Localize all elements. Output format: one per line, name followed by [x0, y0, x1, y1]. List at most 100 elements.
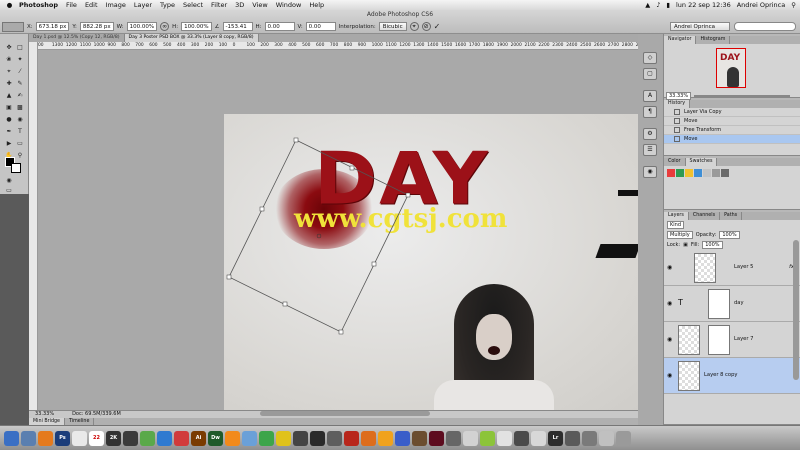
dock-app-icon[interactable] — [140, 430, 155, 446]
layer-row-active[interactable]: ◉ Layer 8 copy — [664, 358, 800, 394]
panel-icon-6[interactable]: ☰ — [643, 144, 657, 156]
menu-select[interactable]: Select — [183, 1, 203, 9]
dock-app-icon[interactable] — [531, 430, 546, 446]
cancel-transform-icon[interactable]: ⊘ — [421, 22, 431, 31]
width-input[interactable]: 100.00% — [126, 22, 158, 31]
color-swatch[interactable] — [685, 169, 693, 177]
gradient-tool-icon[interactable]: ▩ — [15, 104, 25, 112]
vskew-input[interactable]: 0.00 — [305, 22, 336, 31]
zoom-tool-icon[interactable]: ⚲ — [15, 152, 25, 160]
doc-size[interactable]: Doc: 69.5M/339.6M — [72, 411, 121, 418]
clock[interactable]: lun 22 sep 12:36 — [676, 1, 731, 9]
history-item[interactable]: Move — [664, 117, 800, 126]
dock-app-icon[interactable]: Dw — [208, 430, 223, 446]
move-tool-preset-icon[interactable] — [2, 21, 24, 32]
dock-app-icon[interactable] — [242, 430, 257, 446]
dock-app-icon[interactable] — [259, 430, 274, 446]
tab-color[interactable]: Color — [664, 158, 686, 166]
tab-histogram[interactable]: Histogram — [696, 36, 731, 44]
eraser-tool-icon[interactable]: ▣ — [4, 104, 14, 112]
menu-edit[interactable]: Edit — [85, 1, 98, 9]
menu-file[interactable]: File — [66, 1, 77, 9]
dock-app-icon[interactable] — [429, 430, 444, 446]
panel-icon-2[interactable]: ▢ — [643, 68, 657, 80]
tab-paths[interactable]: Paths — [720, 212, 743, 220]
horizontal-scrollbar[interactable] — [260, 411, 430, 416]
fill-input[interactable]: 100% — [702, 241, 723, 249]
angle-input[interactable]: -153.41 — [222, 22, 253, 31]
zoom-level[interactable]: 33.33% — [35, 411, 54, 418]
dock-app-icon[interactable] — [4, 430, 19, 446]
dock-app-icon[interactable] — [378, 430, 393, 446]
apple-icon[interactable]: ● — [6, 1, 13, 9]
color-swatch[interactable] — [667, 169, 675, 177]
move-tool-icon[interactable]: ✥ — [4, 44, 14, 52]
dock-app-icon[interactable]: Ps — [55, 430, 70, 446]
dock-app-icon[interactable] — [565, 430, 580, 446]
eyedropper-tool-icon[interactable]: ⁄ — [15, 68, 25, 76]
dock-app-icon[interactable] — [446, 430, 461, 446]
dock-app-icon[interactable] — [514, 430, 529, 446]
color-swatch[interactable] — [676, 169, 684, 177]
dock-app-icon[interactable]: Ai — [191, 430, 206, 446]
menu-view[interactable]: View — [252, 1, 267, 9]
wifi-icon[interactable]: ▲ — [645, 1, 650, 9]
path-selection-tool-icon[interactable]: ▶ — [4, 140, 14, 148]
menu-filter[interactable]: Filter — [211, 1, 227, 9]
menu-app-name[interactable]: Photoshop — [19, 1, 58, 9]
vertical-ruler[interactable] — [29, 42, 38, 410]
dock-app-icon[interactable] — [157, 430, 172, 446]
lasso-tool-icon[interactable]: ❀ — [4, 56, 14, 64]
interpolation-select[interactable]: Bicubic — [378, 22, 407, 31]
navigator-thumbnail[interactable]: DAY — [716, 48, 746, 88]
commit-transform-icon[interactable]: ✓ — [434, 22, 441, 31]
visibility-eye-icon[interactable]: ◉ — [667, 264, 672, 271]
dock-app-icon[interactable] — [293, 430, 308, 446]
layer-name[interactable]: Layer 5 — [734, 264, 753, 270]
spotlight-icon[interactable]: ⚲ — [791, 1, 796, 9]
history-brush-tool-icon[interactable]: ✍ — [15, 92, 25, 100]
panel-icon-1[interactable]: ◇ — [643, 52, 657, 64]
history-item[interactable]: Free Transform — [664, 126, 800, 135]
tab-timeline[interactable]: Timeline — [65, 418, 95, 425]
dock-app-icon[interactable] — [497, 430, 512, 446]
lock-icon[interactable]: ▣ — [683, 242, 688, 248]
x-input[interactable]: 673.18 px — [35, 22, 70, 31]
dock-app-icon[interactable] — [616, 430, 631, 446]
navigator-zoom[interactable]: 33.33% — [666, 92, 692, 100]
panel-icon-7[interactable]: ◉ — [643, 166, 657, 178]
screen-mode-icon[interactable]: ▭ — [4, 187, 14, 195]
history-item-active[interactable]: Move — [664, 135, 800, 144]
document-canvas[interactable]: DAY www.cgtsj.com — [224, 114, 638, 410]
dock-app-icon[interactable] — [412, 430, 427, 446]
healing-tool-icon[interactable]: ✚ — [4, 80, 14, 88]
marquee-tool-icon[interactable]: □ — [15, 44, 25, 52]
tab-day3-poster[interactable]: Day 3 Poster PSD BOX @ 33.3% (Layer 8 co… — [124, 34, 259, 42]
dock-app-icon[interactable] — [599, 430, 614, 446]
dodge-tool-icon[interactable]: ◉ — [15, 116, 25, 124]
tab-day1[interactable]: Day 1.psd @ 12.5% (Copy 12, RGB/8) — [29, 34, 125, 42]
volume-icon[interactable]: ♪ — [656, 1, 660, 9]
tab-swatches[interactable]: Swatches — [685, 158, 718, 166]
quick-mask-icon[interactable]: ◉ — [4, 177, 14, 185]
color-swatch[interactable] — [721, 169, 729, 177]
background-color-swatch[interactable] — [11, 163, 21, 173]
dock-app-icon[interactable] — [582, 430, 597, 446]
blur-tool-icon[interactable]: ● — [4, 116, 14, 124]
navigator-zoom-slider[interactable] — [694, 95, 790, 97]
dock-app-icon[interactable] — [395, 430, 410, 446]
workspace-select[interactable]: Andrei Oprinca — [670, 22, 730, 31]
layers-scrollbar[interactable] — [793, 240, 799, 380]
hskew-input[interactable]: 0.00 — [264, 22, 295, 31]
crop-tool-icon[interactable]: ⌖ — [4, 68, 14, 76]
layer-row[interactable]: ◉ Layer 7 — [664, 322, 800, 358]
pen-tool-icon[interactable]: ✒ — [4, 128, 14, 136]
height-input[interactable]: 100.00% — [181, 22, 212, 31]
panel-icon-3[interactable]: A — [643, 90, 657, 102]
type-tool-icon[interactable]: T — [15, 128, 25, 136]
dock-app-icon[interactable] — [310, 430, 325, 446]
history-item[interactable]: Layer Via Copy — [664, 108, 800, 117]
brush-tool-icon[interactable]: ✎ — [15, 80, 25, 88]
dock-app-icon[interactable] — [225, 430, 240, 446]
tab-history[interactable]: History — [664, 100, 691, 108]
